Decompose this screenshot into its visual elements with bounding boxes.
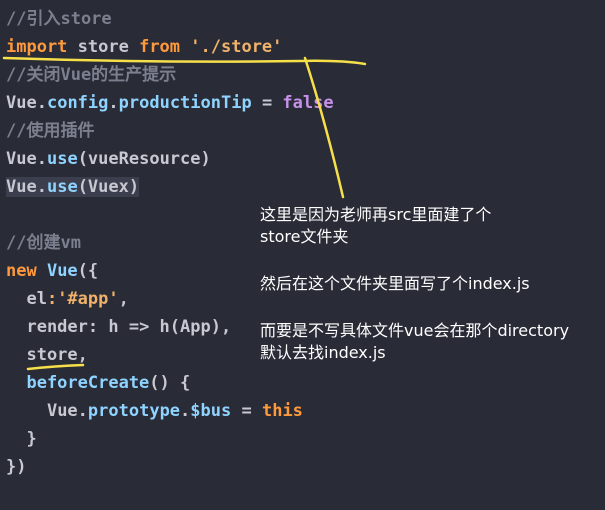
underline-store [26, 363, 85, 371]
arrow-line [303, 56, 345, 199]
annotation-marks [2, 56, 367, 371]
annotation-note-3: 而要是不写具体文件vue会在那个directory 默认去找index.js [260, 320, 569, 364]
annotation-note-1: 这里是因为老师再src里面建了个 store文件夹 [260, 204, 491, 248]
annotation-text: 这里是因为老师再src里面建了个 [260, 205, 492, 224]
annotation-note-2: 然后在这个文件夹里面写了个index.js [260, 273, 530, 295]
annotation-text: 然后在这个文件夹里面写了个index.js [260, 274, 530, 293]
annotation-text: 而要是不写具体文件vue会在那个directory [260, 321, 570, 340]
annotation-text: store文件夹 [260, 227, 349, 246]
underline-import-line [2, 56, 367, 66]
annotation-text: 默认去找index.js [260, 343, 386, 362]
